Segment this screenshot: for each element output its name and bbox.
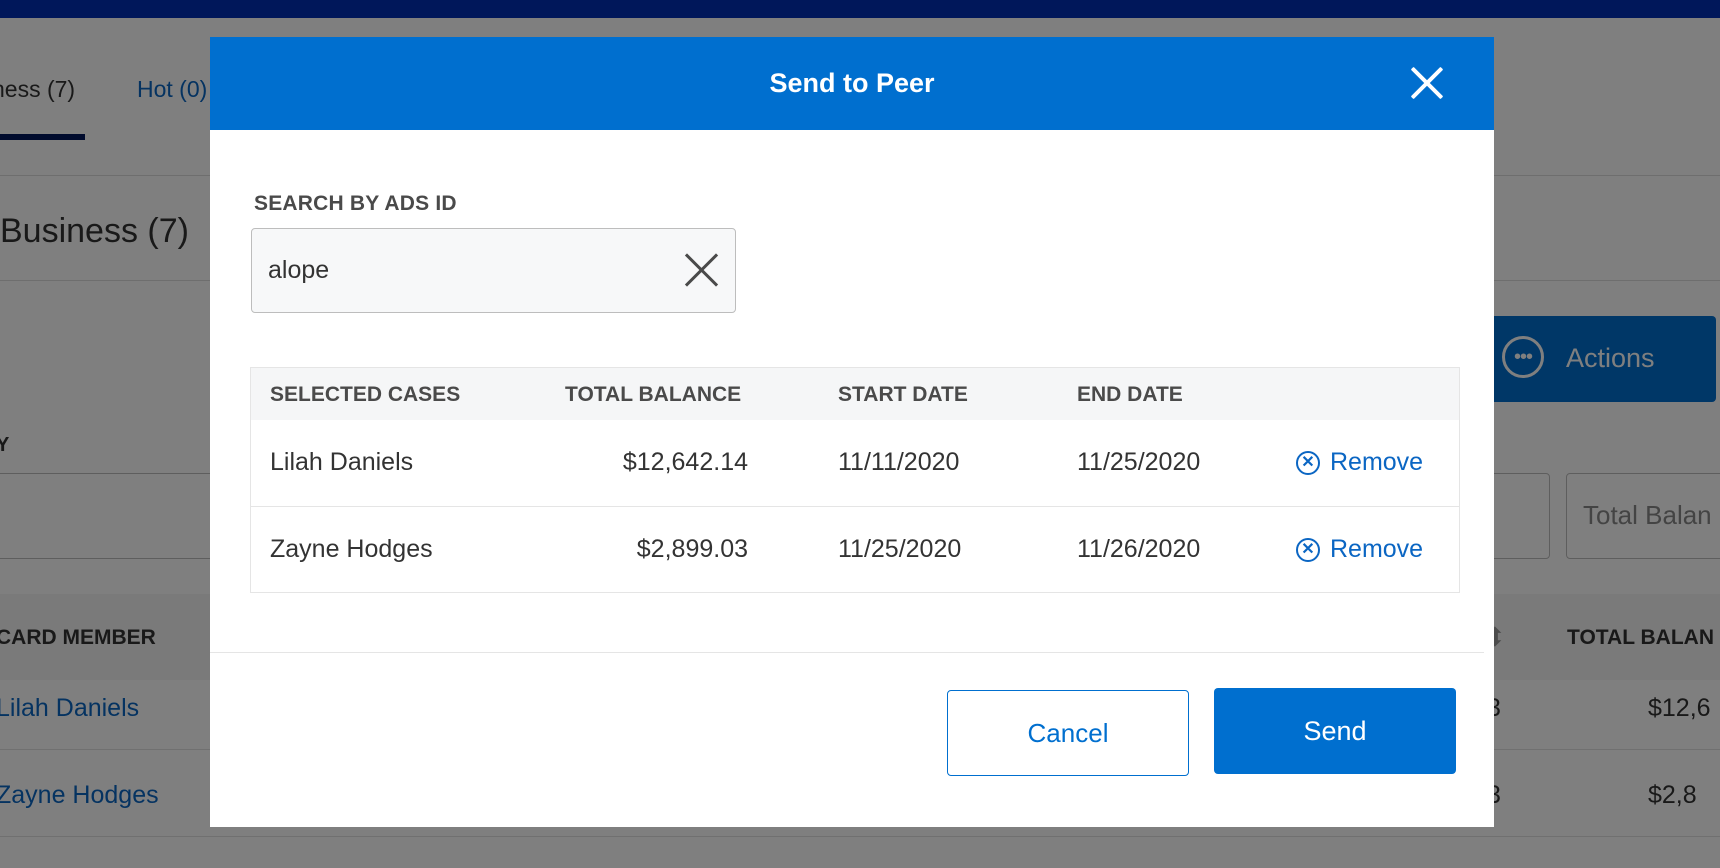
case-start-date: 11/11/2020	[838, 448, 960, 476]
case-name: Lilah Daniels	[270, 448, 414, 476]
send-button[interactable]: Send	[1214, 688, 1456, 774]
table-row: Zayne Hodges $2,899.03 11/25/2020 11/26/…	[251, 507, 1459, 593]
case-end-date: 11/25/2020	[1077, 448, 1201, 476]
remove-button[interactable]: ✕ Remove	[1296, 448, 1423, 477]
column-header-end-date: END DATE	[1077, 383, 1183, 406]
dialog-title: Send to Peer	[769, 68, 935, 98]
send-to-peer-dialog: Send to Peer SEARCH BY ADS ID SELECTED C…	[210, 37, 1494, 827]
table-row: Lilah Daniels $12,642.14 11/11/2020 11/2…	[251, 420, 1459, 507]
remove-circle-icon: ✕	[1296, 537, 1320, 562]
clear-search-icon[interactable]	[684, 252, 720, 288]
column-header-selected-cases: SELECTED CASES	[270, 383, 461, 406]
remove-label: Remove	[1330, 448, 1424, 476]
remove-button[interactable]: ✕ Remove	[1296, 535, 1423, 564]
column-header-total-balance: TOTAL BALANCE	[565, 383, 742, 406]
case-end-date: 11/26/2020	[1077, 535, 1201, 563]
case-balance: $12,642.14	[622, 448, 748, 476]
search-input[interactable]	[268, 229, 668, 312]
search-label: SEARCH BY ADS ID	[254, 192, 457, 215]
case-name: Zayne Hodges	[270, 535, 433, 563]
search-field	[251, 228, 736, 313]
table-header: SELECTED CASES TOTAL BALANCE START DATE …	[251, 368, 1459, 420]
cancel-button[interactable]: Cancel	[947, 690, 1189, 776]
case-balance: $2,899.03	[636, 535, 748, 563]
top-navigation-bar	[0, 0, 1720, 18]
selected-cases-table: SELECTED CASES TOTAL BALANCE START DATE …	[250, 367, 1460, 593]
remove-label: Remove	[1330, 535, 1424, 563]
close-icon[interactable]	[1409, 65, 1445, 101]
footer-divider	[210, 652, 1484, 653]
case-start-date: 11/25/2020	[838, 535, 962, 563]
dialog-header: Send to Peer	[210, 37, 1494, 130]
column-header-start-date: START DATE	[838, 383, 968, 406]
remove-circle-icon: ✕	[1296, 450, 1320, 475]
